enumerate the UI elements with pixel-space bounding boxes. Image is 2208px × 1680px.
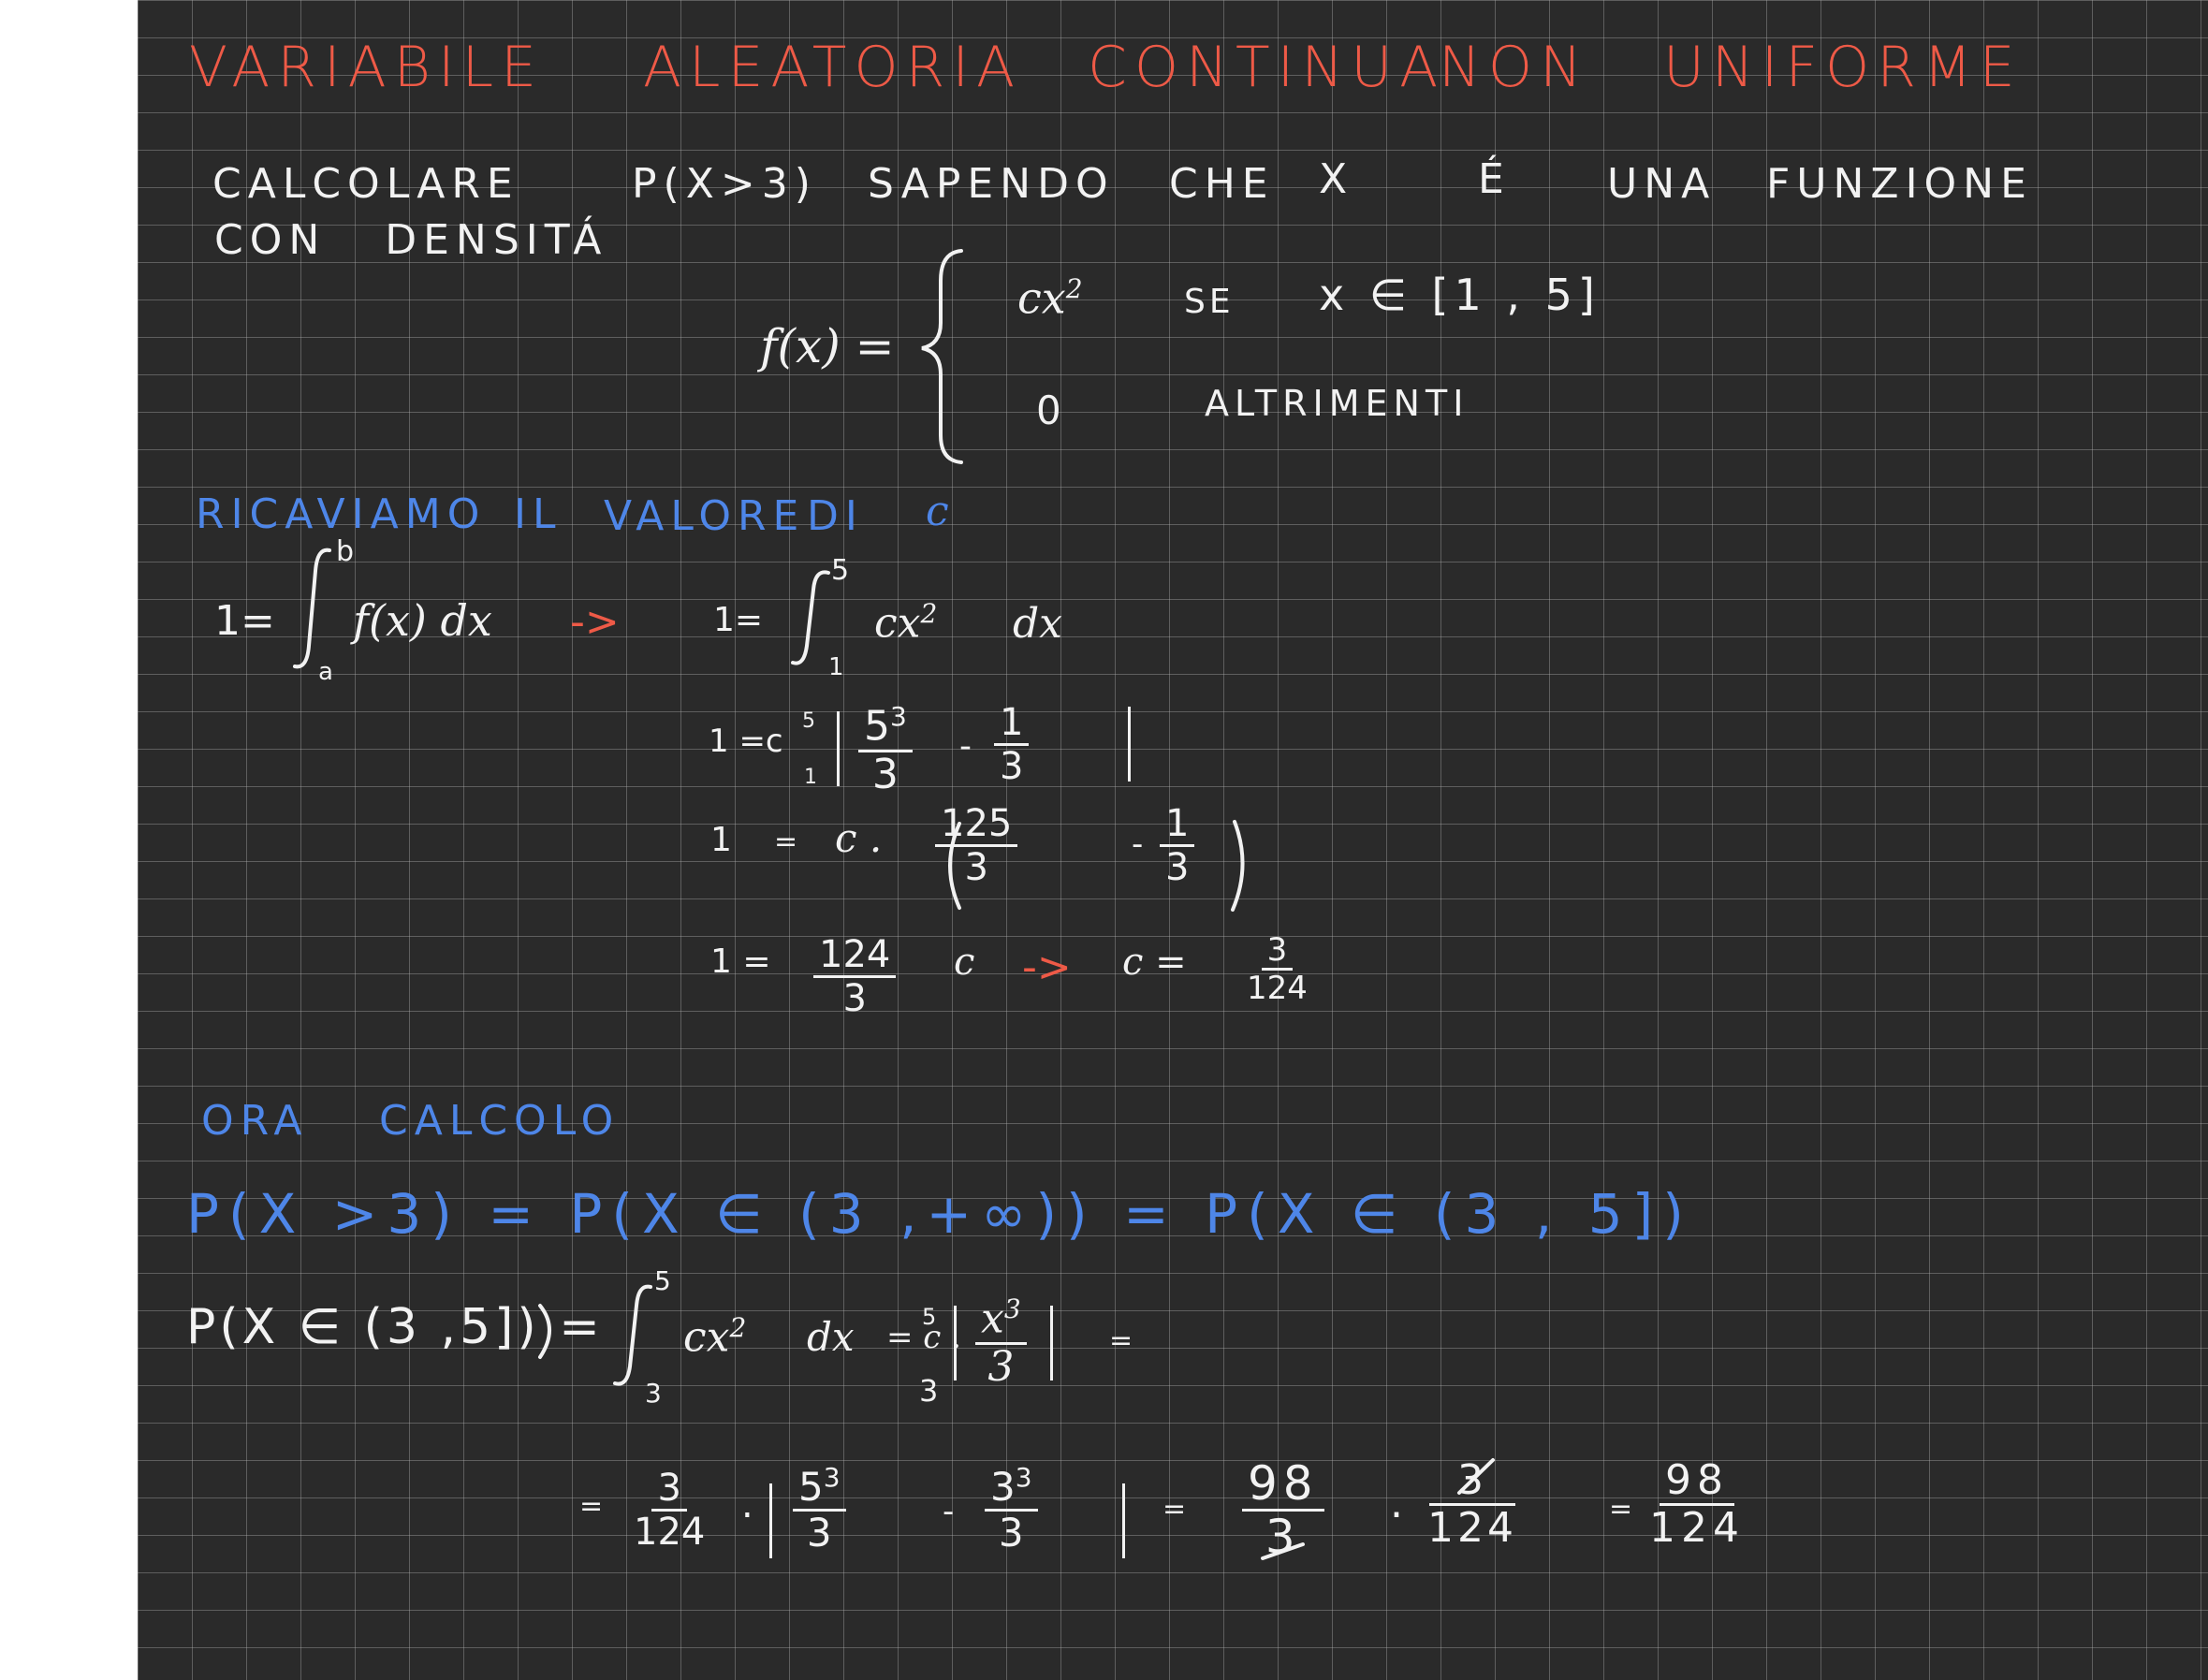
step2-lhs-close-paren — [538, 1304, 551, 1359]
notebook-page: VARIABILE ALEATORIA CONTINUA NON UNIFORM… — [138, 0, 2208, 1680]
step1-row3-right-paren — [1231, 820, 1245, 912]
step2-cancel-slash-3b — [1457, 1458, 1495, 1495]
step2-integral-sign — [613, 1284, 652, 1386]
density-brace — [921, 249, 963, 464]
step2-cancel-slash-3 — [1261, 1542, 1305, 1560]
step1-row3-left-paren — [948, 822, 961, 910]
step1-integral2-sign — [791, 570, 830, 665]
handwritten-strokes — [293, 249, 1495, 1560]
step1-integral-sign — [293, 548, 331, 669]
